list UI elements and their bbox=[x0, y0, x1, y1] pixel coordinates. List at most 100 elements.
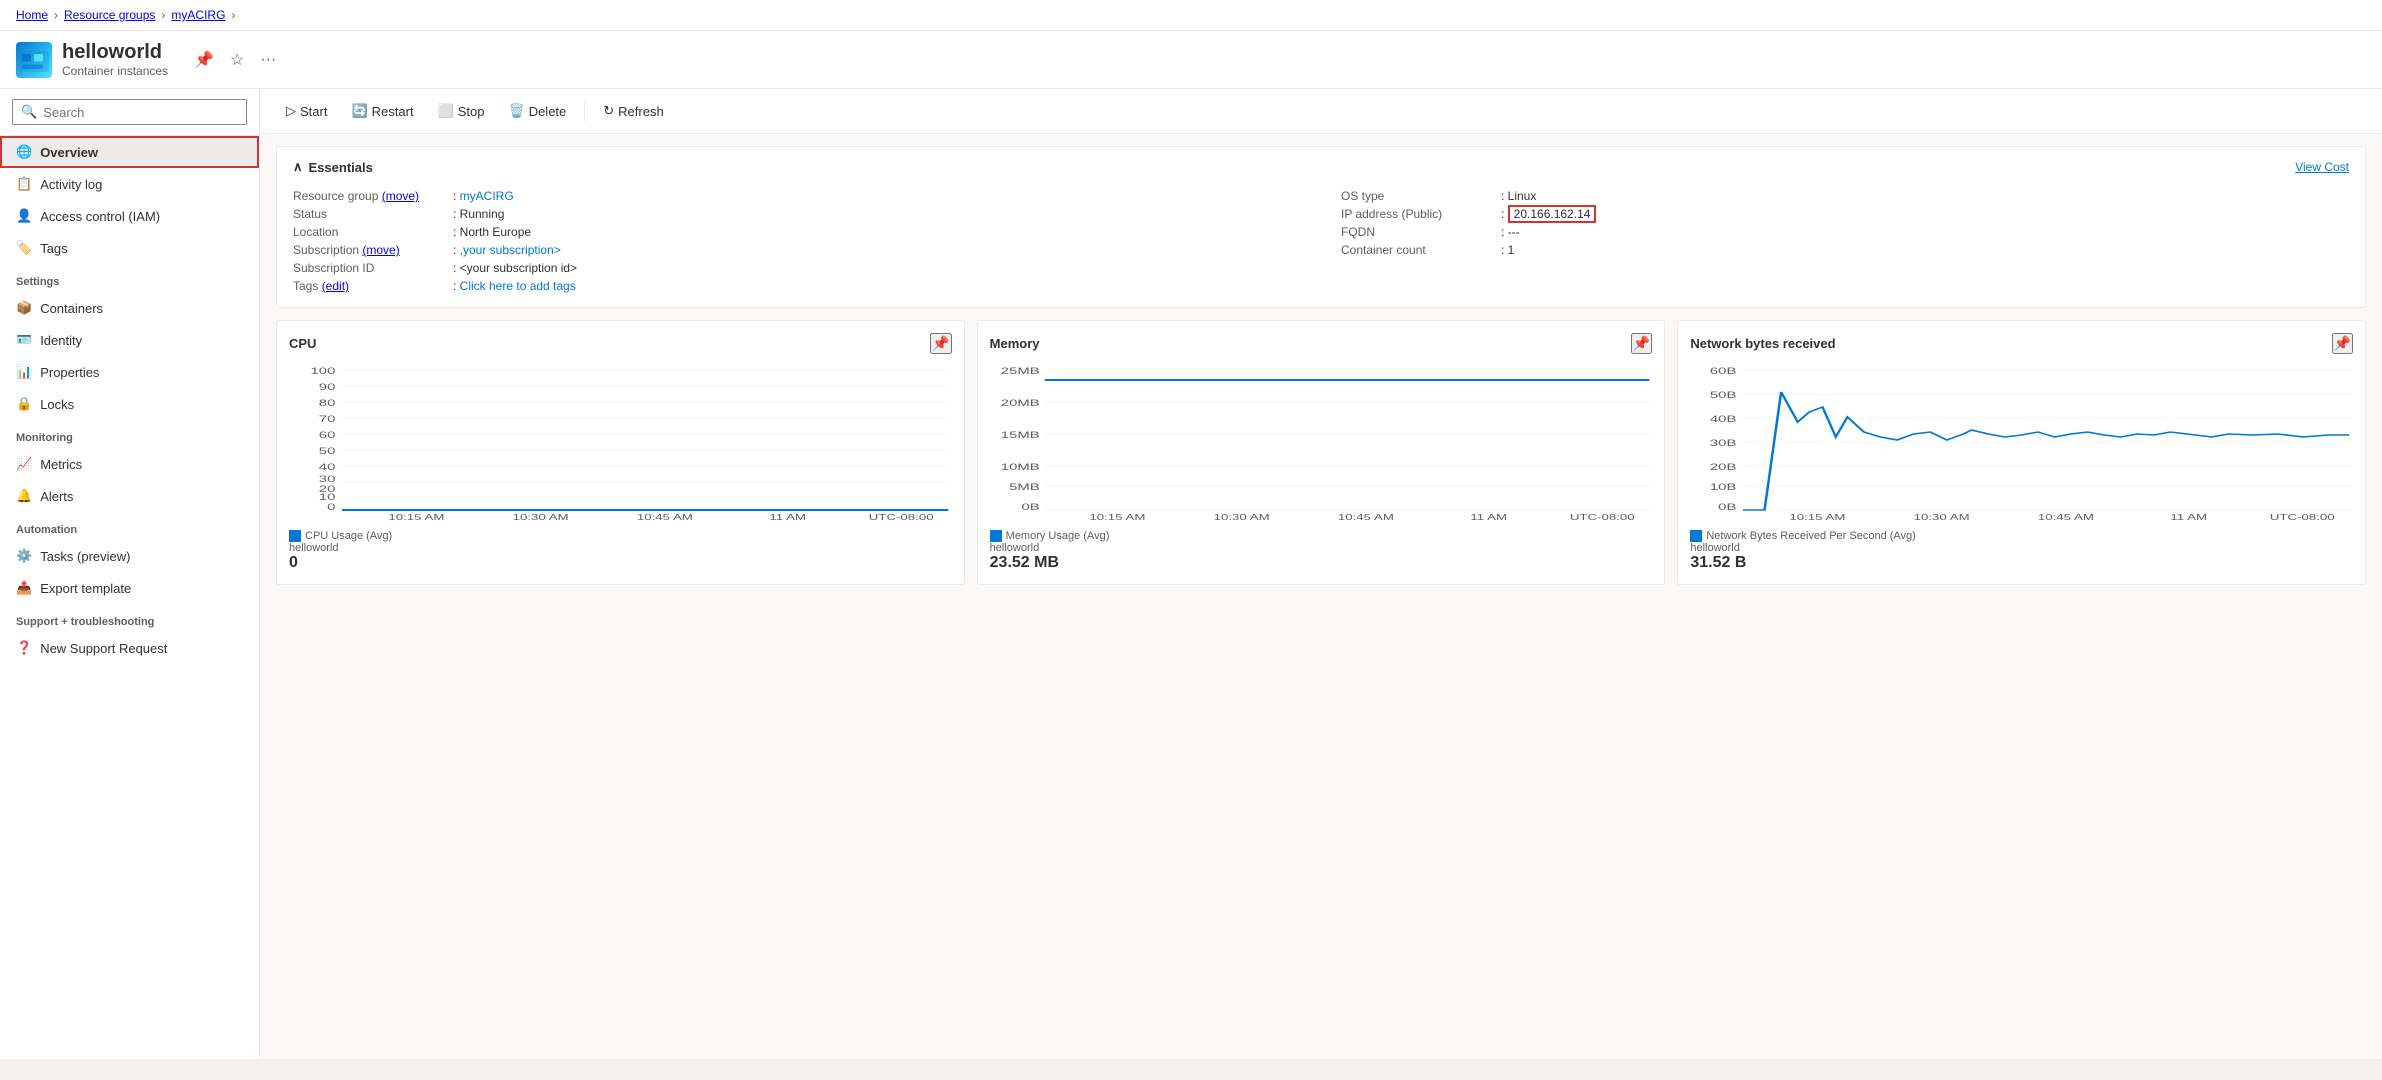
pin-button[interactable]: 📌 bbox=[190, 46, 218, 74]
more-button[interactable]: ··· bbox=[256, 46, 280, 74]
essentials-row-rg: Resource group (move) : myACIRG bbox=[293, 187, 1301, 205]
breadcrumb: Home › Resource groups › myACIRG › bbox=[0, 0, 2382, 31]
sidebar-item-activity-log[interactable]: 📋 Activity log bbox=[0, 168, 259, 200]
memory-pin-button[interactable]: 📌 bbox=[1631, 333, 1652, 354]
automation-section-label: Automation bbox=[0, 512, 259, 540]
cpu-chart-area: 100 90 80 70 60 50 40 30 20 10 0 bbox=[289, 362, 952, 522]
network-chart-legend: Network Bytes Received Per Second (Avg) bbox=[1690, 530, 2353, 542]
alert-icon: 🔔 bbox=[16, 488, 32, 504]
svg-text:UTC-08:00: UTC-08:00 bbox=[2270, 513, 2335, 522]
move-sub-link[interactable]: (move) bbox=[362, 243, 399, 257]
svg-text:10:15 AM: 10:15 AM bbox=[1790, 513, 1846, 522]
task-icon: ⚙️ bbox=[16, 548, 32, 564]
restart-button[interactable]: 🔄 Restart bbox=[341, 97, 423, 125]
sidebar-support-label: New Support Request bbox=[40, 641, 167, 656]
svg-text:10: 10 bbox=[319, 492, 336, 502]
network-chart-title: Network bytes received bbox=[1690, 336, 1835, 351]
network-chart-footer: Network Bytes Received Per Second (Avg) … bbox=[1690, 530, 2353, 572]
properties-icon: 📊 bbox=[16, 364, 32, 380]
svg-text:10:15 AM: 10:15 AM bbox=[1089, 513, 1145, 522]
sidebar-item-access-control[interactable]: 👤 Access control (IAM) bbox=[0, 200, 259, 232]
svg-text:10:45 AM: 10:45 AM bbox=[637, 513, 693, 522]
svg-text:10MB: 10MB bbox=[1000, 462, 1039, 472]
svg-text:11 AM: 11 AM bbox=[1470, 513, 1507, 522]
svg-text:10:15 AM: 10:15 AM bbox=[388, 513, 444, 522]
memory-chart-card: Memory 📌 25MB 20MB 15MB 10MB 5MB 0B bbox=[977, 320, 1666, 585]
sidebar-item-tags[interactable]: 🏷️ Tags bbox=[0, 232, 259, 264]
sidebar-activity-label: Activity log bbox=[40, 177, 102, 192]
rg-link[interactable]: myACIRG bbox=[460, 189, 514, 203]
sidebar-properties-label: Properties bbox=[40, 365, 99, 380]
cpu-pin-button[interactable]: 📌 bbox=[930, 333, 951, 354]
delete-button[interactable]: 🗑️ Delete bbox=[499, 97, 577, 125]
svg-text:20B: 20B bbox=[1710, 462, 1737, 472]
svg-text:60: 60 bbox=[319, 430, 336, 440]
add-tags-link[interactable]: Click here to add tags bbox=[460, 279, 576, 293]
lock-icon: 🔒 bbox=[16, 396, 32, 412]
sidebar-item-metrics[interactable]: 📈 Metrics bbox=[0, 448, 259, 480]
sidebar-item-containers[interactable]: 📦 Containers bbox=[0, 292, 259, 324]
essentials-row-tags: Tags (edit) : Click here to add tags bbox=[293, 277, 1301, 295]
sidebar-item-identity[interactable]: 🪪 Identity bbox=[0, 324, 259, 356]
move-rg-link[interactable]: (move) bbox=[382, 189, 419, 203]
start-button[interactable]: ▷ Start bbox=[276, 97, 337, 125]
search-box[interactable]: 🔍 bbox=[12, 99, 247, 125]
edit-tags-link[interactable]: (edit) bbox=[322, 279, 349, 293]
settings-section-label: Settings bbox=[0, 264, 259, 292]
svg-text:30: 30 bbox=[319, 474, 336, 484]
monitoring-section-label: Monitoring bbox=[0, 420, 259, 448]
sidebar-item-alerts[interactable]: 🔔 Alerts bbox=[0, 480, 259, 512]
ip-address: 20.166.162.14 bbox=[1508, 205, 1597, 223]
view-cost-link[interactable]: View Cost bbox=[2295, 160, 2349, 174]
sidebar-item-tasks[interactable]: ⚙️ Tasks (preview) bbox=[0, 540, 259, 572]
header-actions: 📌 ☆ ··· bbox=[190, 46, 280, 74]
sidebar-tags-label: Tags bbox=[40, 241, 67, 256]
refresh-button[interactable]: ↻ Refresh bbox=[593, 97, 673, 125]
network-chart-area: 60B 50B 40B 30B 20B 10B 0B bbox=[1690, 362, 2353, 522]
subscription-link[interactable]: ,your subscription> bbox=[460, 243, 561, 257]
essentials-panel: ∧ Essentials View Cost Resource group (m… bbox=[276, 146, 2366, 308]
essentials-row-sub-id: Subscription ID : <your subscription id> bbox=[293, 259, 1301, 277]
svg-text:5MB: 5MB bbox=[1009, 482, 1040, 492]
star-button[interactable]: ☆ bbox=[226, 46, 248, 74]
breadcrumb-resource-groups[interactable]: Resource groups bbox=[64, 8, 155, 22]
network-chart-svg: 60B 50B 40B 30B 20B 10B 0B bbox=[1690, 362, 2353, 522]
essentials-row-subscription: Subscription (move) : ,your subscription… bbox=[293, 241, 1301, 259]
refresh-icon: ↻ bbox=[603, 103, 614, 119]
essentials-row-os: OS type : Linux bbox=[1341, 187, 2349, 205]
essentials-row-fqdn: FQDN : --- bbox=[1341, 223, 2349, 241]
cpu-value: 0 bbox=[289, 554, 952, 572]
essentials-row-location: Location : North Europe bbox=[293, 223, 1301, 241]
breadcrumb-myacirg[interactable]: myACIRG bbox=[171, 8, 225, 22]
essentials-row-status: Status : Running bbox=[293, 205, 1301, 223]
network-pin-button[interactable]: 📌 bbox=[2332, 333, 2353, 354]
memory-legend-label: Memory Usage (Avg) bbox=[1006, 530, 1110, 542]
svg-text:UTC-08:00: UTC-08:00 bbox=[1569, 513, 1634, 522]
search-input[interactable] bbox=[43, 105, 238, 120]
breadcrumb-home[interactable]: Home bbox=[16, 8, 48, 22]
essentials-right: OS type : Linux IP address (Public) : 20… bbox=[1341, 187, 2349, 295]
sidebar-item-overview[interactable]: 🌐 Overview bbox=[0, 136, 259, 168]
sidebar-containers-label: Containers bbox=[40, 301, 103, 316]
support-section-label: Support + troubleshooting bbox=[0, 604, 259, 632]
svg-text:40: 40 bbox=[319, 462, 336, 472]
memory-value: 23.52 MB bbox=[990, 554, 1653, 572]
memory-chart-footer: Memory Usage (Avg) helloworld 23.52 MB bbox=[990, 530, 1653, 572]
sidebar-item-export-template[interactable]: 📤 Export template bbox=[0, 572, 259, 604]
svg-text:50: 50 bbox=[319, 446, 336, 456]
resource-type: Container instances bbox=[62, 64, 168, 78]
memory-legend-color bbox=[990, 530, 1002, 542]
list-icon: 📋 bbox=[16, 176, 32, 192]
cpu-chart-header: CPU 📌 bbox=[289, 333, 952, 354]
sidebar: 🔍 🌐 Overview 📋 Activity log 👤 Access con… bbox=[0, 89, 260, 1059]
network-chart-card: Network bytes received 📌 60B 50B 40B 30B… bbox=[1677, 320, 2366, 585]
cpu-chart-card: CPU 📌 100 90 80 70 60 50 40 30 20 bbox=[276, 320, 965, 585]
svg-text:11 AM: 11 AM bbox=[769, 513, 806, 522]
network-chart-header: Network bytes received 📌 bbox=[1690, 333, 2353, 354]
sidebar-item-locks[interactable]: 🔒 Locks bbox=[0, 388, 259, 420]
svg-text:10B: 10B bbox=[1710, 482, 1737, 492]
cpu-legend-label: CPU Usage (Avg) bbox=[305, 530, 392, 542]
sidebar-item-new-support[interactable]: ❓ New Support Request bbox=[0, 632, 259, 664]
stop-button[interactable]: ⬜ Stop bbox=[428, 97, 495, 125]
sidebar-item-properties[interactable]: 📊 Properties bbox=[0, 356, 259, 388]
